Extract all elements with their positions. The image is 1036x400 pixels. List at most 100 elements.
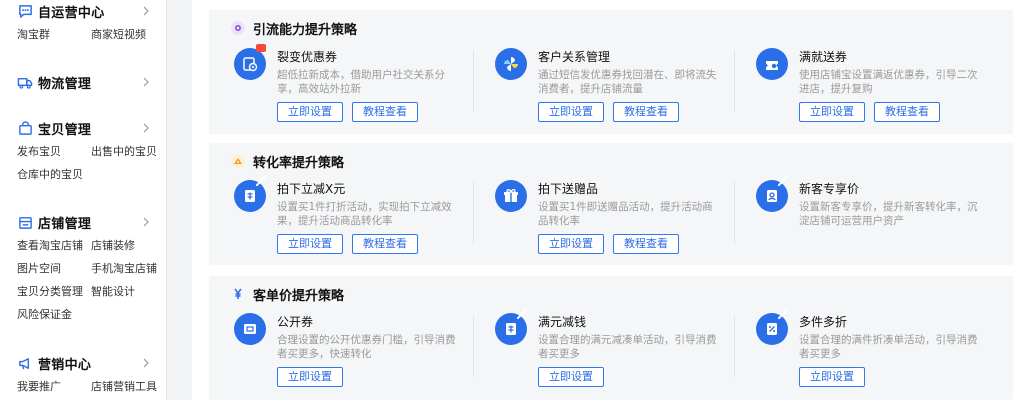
- conversion-strategy-icon: [231, 154, 245, 168]
- sidebar-section-header[interactable]: 店铺管理: [0, 211, 166, 233]
- card-description: 设置新客专享价，提升新客转化率，沉淀店铺可运营用户资产: [799, 201, 978, 227]
- chevron-right-icon[interactable]: [139, 215, 153, 229]
- gift-coupon-icon: [756, 48, 788, 80]
- sidebar-link-item-category[interactable]: 宝贝分类管理: [17, 283, 91, 299]
- setup-now-button[interactable]: 立即设置: [277, 102, 343, 122]
- sidebar-link-items-in-warehouse[interactable]: 仓库中的宝贝: [17, 166, 91, 182]
- strategy-card-spend-reduce: 满元减钱 设置合理的满元减凑单活动，引导消费者买更多 立即设置: [495, 309, 735, 393]
- sidebar-sub-row: 我要推广 店铺营销工具: [0, 374, 166, 397]
- panel-header: 客单价提升策略: [231, 285, 345, 304]
- sidebar-section-store: 店铺管理 查看淘宝店铺 店铺装修 图片空间 手机淘宝店铺 宝贝分类管理 智能设计…: [0, 211, 166, 325]
- sidebar-section-logistics: 物流管理: [0, 71, 166, 93]
- card-title[interactable]: 拍下立减X元: [277, 180, 345, 197]
- view-tutorial-button[interactable]: 教程查看: [874, 102, 940, 122]
- tag-corner-icon: [256, 176, 266, 186]
- sidebar-section-self-operation: 自运营中心 淘宝群 商家短视频: [0, 0, 166, 45]
- panel-title: 客单价提升策略: [253, 288, 345, 304]
- setup-now-button[interactable]: 立即设置: [799, 367, 865, 387]
- setup-now-button[interactable]: 立即设置: [538, 102, 604, 122]
- sidebar-section-header[interactable]: 宝贝管理: [0, 117, 166, 139]
- panel-header: 引流能力提升策略: [231, 19, 357, 38]
- sidebar-link-store-decoration[interactable]: 店铺装修: [91, 237, 165, 253]
- setup-now-button[interactable]: 立即设置: [799, 102, 865, 122]
- view-tutorial-button[interactable]: 教程查看: [352, 234, 418, 254]
- card-title[interactable]: 客户关系管理: [538, 48, 610, 65]
- sidebar-link-promote[interactable]: 我要推广: [17, 378, 91, 394]
- card-description: 通过短信发优惠券找回潜在、即将流失消费者，提升店铺流量: [538, 69, 717, 95]
- sidebar-section-header[interactable]: 营销中心: [0, 352, 166, 374]
- card-title[interactable]: 公开券: [277, 313, 313, 330]
- chevron-right-icon[interactable]: [139, 4, 153, 18]
- strategy-panel-conversion: 转化率提升策略 拍下立减X元 设置买1件打折活动，实现拍下立减效果，提升活动商品…: [209, 143, 1013, 265]
- main-content: 引流能力提升策略 裂变优惠券 超低拉新成本，借助用户社交关系分享，高效站外拉新 …: [192, 0, 1036, 400]
- card-description: 超低拉新成本，借助用户社交关系分享，高效站外拉新: [277, 69, 445, 95]
- sidebar-link-view-store[interactable]: 查看淘宝店铺: [17, 237, 91, 253]
- sidebar-link-smart-design[interactable]: 智能设计: [91, 283, 165, 299]
- strategy-card-crm: 客户关系管理 通过短信发优惠券找回潜在、即将流失消费者，提升店铺流量 立即设置 …: [495, 48, 735, 128]
- view-tutorial-button[interactable]: 教程查看: [352, 102, 418, 122]
- card-actions: 立即设置: [277, 367, 343, 387]
- card-divider: [734, 315, 735, 377]
- sidebar-link-marketing-tools[interactable]: 店铺营销工具: [91, 378, 165, 394]
- card-title[interactable]: 多件多折: [799, 313, 847, 330]
- sidebar-link-merchant-video[interactable]: 商家短视频: [91, 26, 165, 42]
- sidebar-sub-row: 宝贝分类管理 智能设计: [0, 279, 166, 302]
- card-title[interactable]: 新客专享价: [799, 180, 859, 197]
- setup-now-button[interactable]: 立即设置: [538, 234, 604, 254]
- card-divider: [473, 315, 474, 377]
- megaphone-icon: [17, 355, 33, 371]
- sidebar-link-items-on-sale[interactable]: 出售中的宝贝: [91, 143, 165, 159]
- chevron-right-icon[interactable]: [139, 121, 153, 135]
- view-tutorial-button[interactable]: 教程查看: [613, 102, 679, 122]
- card-title[interactable]: 拍下送赠品: [538, 180, 598, 197]
- setup-now-button[interactable]: 立即设置: [538, 367, 604, 387]
- card-divider: [734, 182, 735, 244]
- content-gutter: [168, 0, 192, 400]
- sidebar-section-title: 营销中心: [38, 357, 92, 373]
- sidebar-section-items: 宝贝管理 发布宝贝 出售中的宝贝 仓库中的宝贝: [0, 117, 166, 185]
- bag-icon: [17, 120, 33, 136]
- chevron-right-icon[interactable]: [139, 356, 153, 370]
- panel-title: 转化率提升策略: [253, 155, 345, 171]
- sidebar-section-header[interactable]: 物流管理: [0, 71, 166, 93]
- sidebar: 自运营中心 淘宝群 商家短视频 物流管理 宝贝管理 发布宝贝 出售中的宝贝 仓库…: [0, 0, 167, 400]
- setup-now-button[interactable]: 立即设置: [277, 234, 343, 254]
- card-actions: 立即设置: [799, 367, 865, 387]
- sidebar-section-title: 自运营中心: [38, 5, 105, 21]
- ticket-icon: [234, 313, 266, 345]
- card-description: 设置合理的满件折凑单活动，引导消费者买更多: [799, 334, 978, 360]
- setup-now-button[interactable]: 立即设置: [277, 367, 343, 387]
- sidebar-sub-row: 查看淘宝店铺 店铺装修: [0, 233, 166, 256]
- view-tutorial-button[interactable]: 教程查看: [613, 234, 679, 254]
- sidebar-section-header[interactable]: 自运营中心: [0, 0, 166, 22]
- sidebar-sub-row: 淘宝群 商家短视频: [0, 22, 166, 45]
- sidebar-link-risk-deposit[interactable]: 风险保证金: [17, 306, 91, 322]
- strategy-panel-order-value: 客单价提升策略 公开券 合理设置的公开优惠券门槛，引导消费者买更多，快速转化 立…: [209, 276, 1013, 400]
- card-description: 设置买1件打折活动，实现拍下立减效果，提升活动商品转化率: [277, 201, 452, 227]
- card-actions: 立即设置 教程查看: [538, 234, 679, 254]
- sidebar-sub-row: 图片空间 手机淘宝店铺: [0, 256, 166, 279]
- sidebar-link-image-space[interactable]: 图片空间: [17, 260, 91, 276]
- yuan-icon: [231, 287, 245, 301]
- strategy-card-multi-item-discount: 多件多折 设置合理的满件折凑单活动，引导消费者买更多 立即设置: [756, 309, 996, 393]
- hot-badge-icon: [256, 44, 266, 52]
- sidebar-link-publish-item[interactable]: 发布宝贝: [17, 143, 91, 159]
- store-icon: [17, 214, 33, 230]
- traffic-strategy-icon: [231, 21, 245, 35]
- chevron-right-icon[interactable]: [139, 75, 153, 89]
- card-description: 设置合理的满元减凑单活动，引导消费者买更多: [538, 334, 717, 360]
- card-description: 使用店铺宝设置满返优惠券，引导二次进店，提升复购: [799, 69, 978, 95]
- sidebar-link-mobile-store[interactable]: 手机淘宝店铺: [91, 260, 165, 276]
- sidebar-sub-row: 风险保证金: [0, 302, 166, 325]
- card-description: 合理设置的公开优惠券门槛，引导消费者买更多，快速转化: [277, 334, 456, 360]
- panel-header: 转化率提升策略: [231, 152, 345, 171]
- sidebar-link-taobao-group[interactable]: 淘宝群: [17, 26, 91, 42]
- card-actions: 立即设置 教程查看: [538, 102, 679, 122]
- card-actions: 立即设置 教程查看: [799, 102, 940, 122]
- card-actions: 立即设置: [538, 367, 604, 387]
- strategy-card-public-coupon: 公开券 合理设置的公开优惠券门槛，引导消费者买更多，快速转化 立即设置: [234, 313, 474, 393]
- card-title[interactable]: 满元减钱: [538, 313, 586, 330]
- card-title[interactable]: 裂变优惠券: [277, 48, 337, 65]
- card-title[interactable]: 满就送券: [799, 48, 847, 65]
- strategy-card-instant-discount: 拍下立减X元 设置买1件打折活动，实现拍下立减效果，提升活动商品转化率 立即设置…: [234, 176, 474, 260]
